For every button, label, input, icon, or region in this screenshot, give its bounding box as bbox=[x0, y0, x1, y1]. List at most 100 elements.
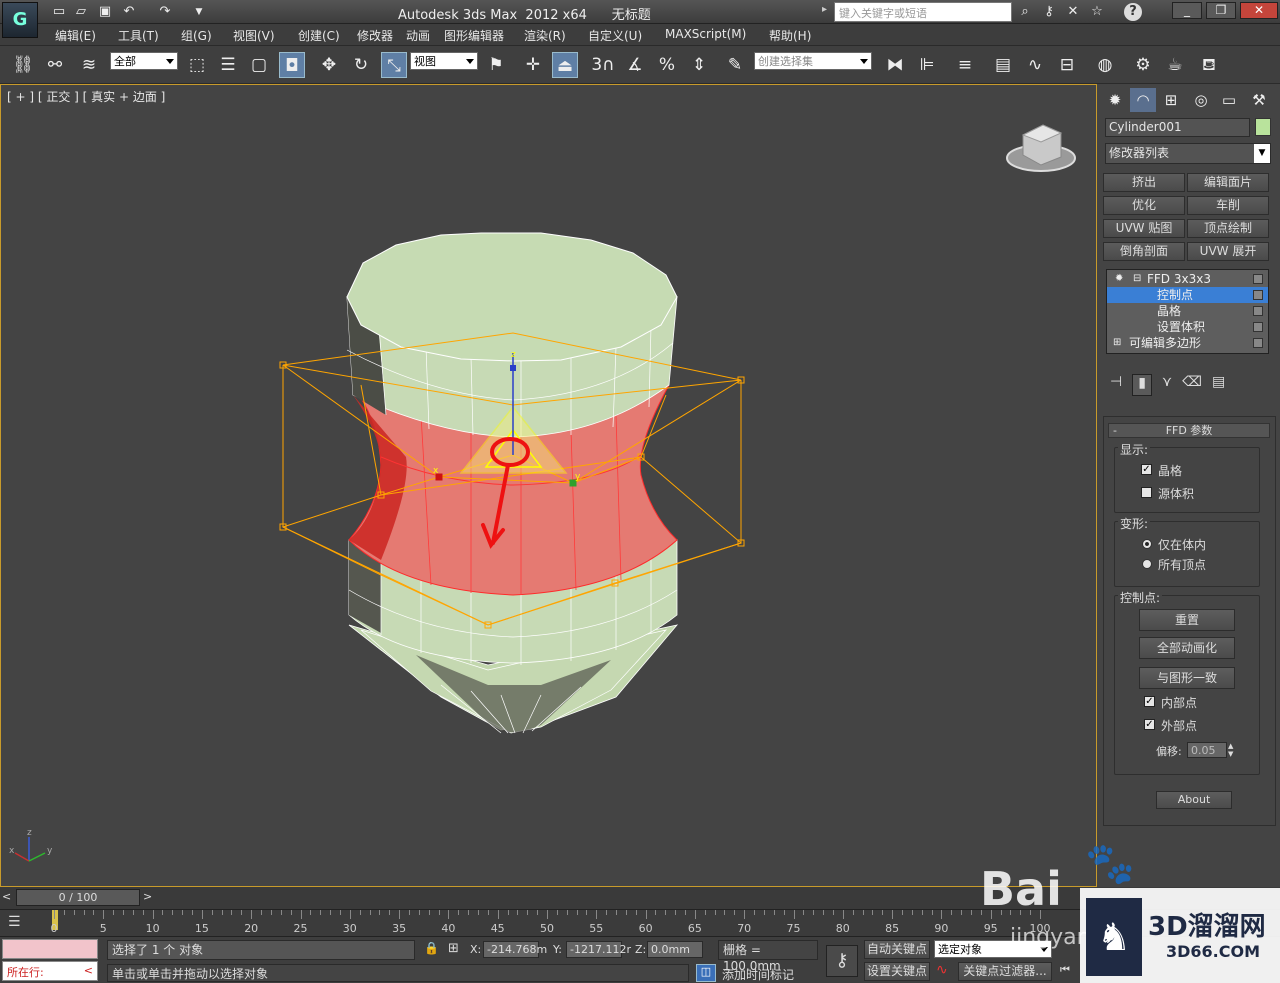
menu-modifiers[interactable]: 修改器 bbox=[357, 27, 393, 44]
scale-icon[interactable]: ⤡ bbox=[381, 52, 407, 78]
scene-canvas[interactable]: z x y z x y bbox=[1, 85, 1096, 886]
window-crossing-icon[interactable]: ◘ bbox=[279, 52, 305, 78]
y-coordinate-field[interactable]: -1217.112r bbox=[566, 941, 631, 958]
time-slider[interactable]: 0 / 100 bbox=[16, 889, 140, 906]
star-cross-icon[interactable]: ✕ bbox=[1064, 3, 1082, 21]
show-end-result-icon[interactable]: ▮ bbox=[1132, 374, 1152, 396]
lathe-button[interactable]: 车削 bbox=[1187, 196, 1269, 215]
spinner-arrows-icon[interactable]: ▲ ▼ bbox=[1228, 742, 1237, 758]
pin-stack-icon[interactable]: ⊣ bbox=[1110, 374, 1122, 396]
modifier-stack[interactable]: ✹ ⊟ FFD 3x3x3 控制点 晶格 设置体积 ⊞ 可编辑多边形 bbox=[1106, 269, 1269, 354]
favorite-star-icon[interactable]: ☆ bbox=[1088, 3, 1106, 21]
stack-item-control-points[interactable]: 控制点 bbox=[1107, 287, 1268, 303]
lattice-checkbox[interactable]: ✓ bbox=[1141, 464, 1152, 475]
curve-editor-icon[interactable]: ∿ bbox=[1022, 52, 1048, 78]
auto-key-button[interactable]: 自动关键点 bbox=[864, 940, 930, 959]
edit-patch-button[interactable]: 编辑面片 bbox=[1187, 173, 1269, 192]
configure-sets-icon[interactable]: ▤ bbox=[1212, 374, 1225, 396]
menu-rendering[interactable]: 渲染(R) bbox=[524, 27, 566, 44]
animate-all-button[interactable]: 全部动画化 bbox=[1139, 637, 1235, 659]
unwrap-uvw-button[interactable]: UVW 展开 bbox=[1187, 242, 1269, 261]
next-frame-arrow-icon[interactable]: > bbox=[143, 890, 155, 905]
prev-frame-arrow-icon[interactable]: < bbox=[2, 890, 14, 905]
save-icon[interactable]: ▣ bbox=[96, 3, 114, 21]
absolute-mode-icon[interactable]: ⊞ bbox=[448, 941, 459, 956]
rotate-icon[interactable]: ↻ bbox=[348, 52, 374, 78]
search-expand-icon[interactable]: ▸ bbox=[822, 4, 827, 15]
binoculars-icon[interactable]: ⌕ bbox=[1016, 3, 1034, 21]
redo-icon[interactable]: ↷ bbox=[156, 3, 174, 21]
menu-create[interactable]: 创建(C) bbox=[298, 27, 340, 44]
select-manipulate-icon[interactable]: ✛ bbox=[520, 52, 546, 78]
uvw-map-button[interactable]: UVW 贴图 bbox=[1103, 219, 1185, 238]
named-selection-dropdown[interactable]: 创建选择集 bbox=[754, 52, 872, 70]
align-icon[interactable]: ⊫ bbox=[914, 52, 940, 78]
object-color-swatch[interactable] bbox=[1255, 118, 1271, 136]
bind-spacewarp-icon[interactable]: ≋ bbox=[76, 52, 102, 78]
schematic-view-icon[interactable]: ⊟ bbox=[1054, 52, 1080, 78]
render-setup-icon[interactable]: ⚙ bbox=[1130, 52, 1156, 78]
rendered-frame-icon[interactable]: ☕ bbox=[1162, 52, 1188, 78]
add-time-tag[interactable]: 添加时间标记 bbox=[722, 966, 794, 983]
motion-tab-icon[interactable]: ◎ bbox=[1188, 88, 1214, 112]
rect-selection-icon[interactable]: ▢ bbox=[246, 52, 272, 78]
material-editor-icon[interactable]: ◍ bbox=[1092, 52, 1118, 78]
edit-named-selection-icon[interactable]: ✎ bbox=[722, 52, 748, 78]
minimize-button[interactable]: _ bbox=[1172, 2, 1202, 19]
inside-points-checkbox[interactable]: ✓ bbox=[1144, 696, 1155, 707]
menu-edit[interactable]: 编辑(E) bbox=[55, 27, 96, 44]
all-vertices-radio[interactable] bbox=[1142, 559, 1152, 569]
mini-curve-editor-icon[interactable]: ☰ bbox=[8, 914, 21, 930]
search-input[interactable]: 键入关键字或短语 bbox=[834, 2, 1012, 22]
set-key-button[interactable]: 设置关键点 bbox=[864, 962, 930, 981]
collapse-icon[interactable]: ⊟ bbox=[1133, 271, 1141, 287]
selection-lock-icon[interactable]: 🔒 bbox=[424, 941, 439, 955]
graphite-tools-icon[interactable]: ▤ bbox=[990, 52, 1016, 78]
object-name-field[interactable]: Cylinder001 bbox=[1105, 118, 1250, 137]
modifier-list-dropdown[interactable]: 修改器列表 ▼ bbox=[1105, 143, 1271, 164]
rollout-header[interactable]: - FFD 参数 bbox=[1108, 423, 1270, 438]
help-icon[interactable]: ? bbox=[1124, 3, 1142, 21]
menu-maxscript[interactable]: MAXScript(M) bbox=[665, 27, 746, 41]
stack-item-ffd[interactable]: ✹ ⊟ FFD 3x3x3 bbox=[1107, 271, 1268, 287]
percent-snap-icon[interactable]: % bbox=[654, 52, 680, 78]
app-logo[interactable]: G bbox=[2, 2, 38, 38]
lightbulb-icon[interactable]: ✹ bbox=[1115, 271, 1123, 287]
snaps-toggle-icon[interactable]: 3∩ bbox=[590, 52, 616, 78]
unlink-icon[interactable]: ⚯ bbox=[42, 52, 68, 78]
optimize-button[interactable]: 优化 bbox=[1103, 196, 1185, 215]
mirror-icon[interactable]: ⧓ bbox=[882, 52, 908, 78]
keyboard-shortcut-override-icon[interactable]: ⏏ bbox=[552, 52, 578, 78]
close-button[interactable]: ✕ bbox=[1240, 2, 1278, 19]
remove-modifier-icon[interactable]: ⌫ bbox=[1182, 374, 1202, 396]
menu-tools[interactable]: 工具(T) bbox=[118, 27, 159, 44]
key-icon[interactable]: ⚷ bbox=[1040, 3, 1058, 21]
set-key-icon[interactable]: ⚷ bbox=[826, 945, 858, 977]
modify-tab-icon[interactable]: ◠ bbox=[1130, 88, 1156, 112]
open-file-icon[interactable]: ▱ bbox=[72, 3, 90, 21]
move-icon[interactable]: ✥ bbox=[316, 52, 342, 78]
menu-customize[interactable]: 自定义(U) bbox=[588, 27, 642, 44]
display-tab-icon[interactable]: ▭ bbox=[1216, 88, 1242, 112]
menu-help[interactable]: 帮助(H) bbox=[769, 27, 811, 44]
selection-filter-dropdown[interactable]: 全部 bbox=[110, 52, 178, 70]
x-coordinate-field[interactable]: -214.768m bbox=[483, 941, 547, 958]
outside-points-checkbox[interactable]: ✓ bbox=[1144, 719, 1155, 730]
only-in-volume-radio[interactable] bbox=[1142, 539, 1152, 549]
create-tab-icon[interactable]: ✹ bbox=[1102, 88, 1128, 112]
offset-spinner[interactable]: 0.05 bbox=[1187, 742, 1227, 758]
menu-animation[interactable]: 动画 bbox=[406, 27, 430, 44]
stack-item-editable-poly[interactable]: ⊞ 可编辑多边形 bbox=[1107, 335, 1268, 351]
stack-item-set-volume[interactable]: 设置体积 bbox=[1107, 319, 1268, 335]
reset-button[interactable]: 重置 bbox=[1139, 609, 1235, 631]
menu-views[interactable]: 视图(V) bbox=[233, 27, 275, 44]
running-line[interactable]: 所在行: < bbox=[2, 961, 98, 981]
undo-icon[interactable]: ↶ bbox=[120, 3, 138, 21]
bevel-profile-button[interactable]: 倒角剖面 bbox=[1103, 242, 1185, 261]
utilities-tab-icon[interactable]: ⚒ bbox=[1246, 88, 1272, 112]
stack-item-lattice[interactable]: 晶格 bbox=[1107, 303, 1268, 319]
spinner-snap-icon[interactable]: ⇕ bbox=[686, 52, 712, 78]
extrude-button[interactable]: 挤出 bbox=[1103, 173, 1185, 192]
layer-manager-icon[interactable]: ≡ bbox=[952, 52, 978, 78]
render-teapot-icon[interactable]: ⛾ bbox=[1196, 52, 1222, 78]
